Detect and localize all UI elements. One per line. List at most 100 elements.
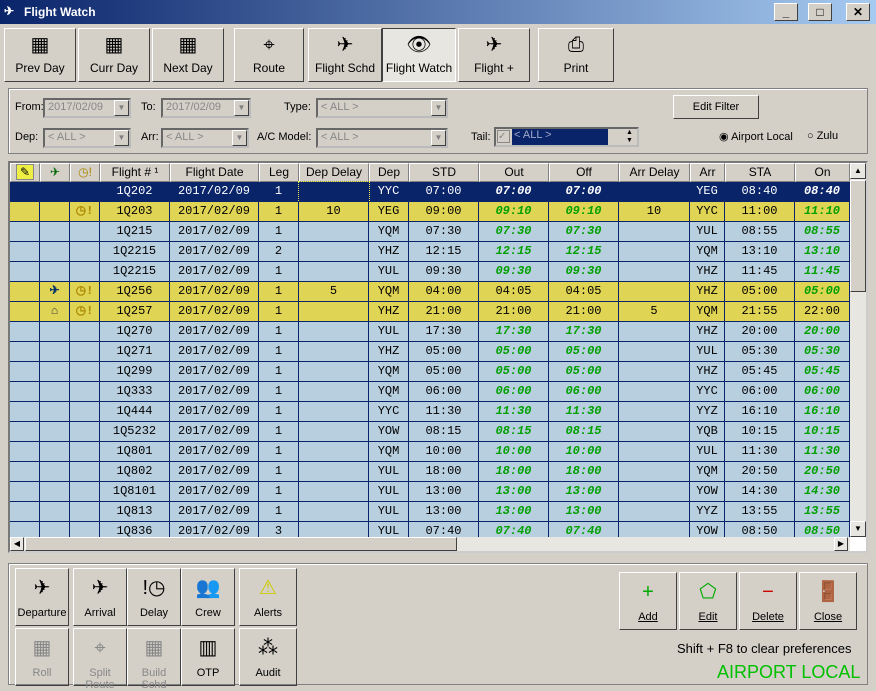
toolbar-flight-button[interactable]: ✈ Flight + — [458, 28, 530, 82]
tail-value[interactable]: < ALL > — [512, 129, 608, 145]
dep-combo[interactable]: < ALL > ▼ — [43, 128, 131, 148]
delete-record-button[interactable]: − Delete — [739, 572, 797, 630]
otp-button[interactable]: ▥ OTP — [181, 628, 235, 686]
scroll-down-icon[interactable]: ▼ — [850, 521, 866, 537]
column-header-sta[interactable]: STA — [725, 163, 795, 182]
toolbar-prev-day-button[interactable]: ▦ Prev Day — [4, 28, 76, 82]
calendar-prev-icon: ▦ — [30, 34, 50, 56]
horizontal-scrollbar[interactable]: ◀ ▶ — [10, 537, 850, 551]
delay-button[interactable]: !◷ Delay — [127, 568, 181, 626]
type-combo[interactable]: < ALL > ▼ — [316, 98, 448, 118]
table-row[interactable]: 1Q299 2017/02/09 1 YQM 05:00 05:00 05:00 YHZ 05:… — [10, 362, 850, 382]
edit-filter-button[interactable]: Edit Filter — [673, 95, 759, 119]
table-row[interactable]: 1Q5232 2017/02/09 1 YOW 08:15 08:15 08:15 YQB 10… — [10, 422, 850, 442]
toolbar-route-button[interactable]: ⌖ Route — [234, 28, 304, 82]
table-row[interactable]: 1Q813 2017/02/09 1 YUL 13:00 13:00 13:00 YYZ 13:… — [10, 502, 850, 522]
column-header-off[interactable]: Off — [549, 163, 619, 182]
type-value: < ALL > — [321, 101, 359, 113]
departure-button[interactable]: ✈ Departure — [15, 568, 69, 626]
audit-button[interactable]: ⁂ Audit — [239, 628, 297, 686]
table-row[interactable]: ✈ ◷! 1Q256 2017/02/09 1 5 YQM 04:00 04:05 04:05 YH… — [10, 282, 850, 302]
tail-spinner[interactable]: ✓ < ALL > ▲ ▼ — [494, 127, 639, 147]
column-header-flight[interactable]: Flight # ¹ — [100, 163, 170, 182]
table-row[interactable]: 1Q2215 2017/02/09 2 YHZ 12:15 12:15 12:15 YQM 13… — [10, 242, 850, 262]
arrival-button[interactable]: ✈ Arrival — [73, 568, 127, 626]
h-scroll-thumb[interactable] — [25, 537, 457, 551]
maximize-button[interactable]: □ — [808, 3, 832, 21]
table-row[interactable]: 1Q8101 2017/02/09 1 YUL 13:00 13:00 13:00 YOW 14… — [10, 482, 850, 502]
toolbar-flight-schd-button[interactable]: ✈ Flight Schd — [308, 28, 382, 82]
column-header-notes[interactable]: ✎ — [10, 163, 40, 182]
cell-dep-delay — [299, 422, 369, 442]
table-row[interactable]: 1Q444 2017/02/09 1 YYC 11:30 11:30 11:30 YYZ 16:… — [10, 402, 850, 422]
table-row[interactable]: 1Q801 2017/02/09 1 YQM 10:00 10:00 10:00 YUL 11:… — [10, 442, 850, 462]
column-header-status[interactable]: ✈ — [40, 163, 70, 182]
window-title: Flight Watch — [24, 5, 96, 19]
column-header-std[interactable]: STD — [409, 163, 479, 182]
column-header-delay[interactable]: ◷! — [70, 163, 100, 182]
crew-button[interactable]: 👥 Crew — [181, 568, 235, 626]
from-date-combo[interactable]: 2017/02/09 ▼ — [43, 98, 131, 118]
to-date-combo[interactable]: 2017/02/09 ▼ — [161, 98, 251, 118]
chevron-down-icon[interactable]: ▼ — [234, 100, 249, 116]
toolbar-label: Flight Schd — [314, 61, 376, 75]
cell-out: 07:00 — [479, 182, 549, 202]
add-record-button[interactable]: + Add — [619, 572, 677, 630]
column-header-arr[interactable]: Arr — [690, 163, 725, 182]
alerts-button[interactable]: ⚠ Alerts — [239, 568, 297, 626]
table-row[interactable]: 1Q270 2017/02/09 1 YUL 17:30 17:30 17:30 YHZ 20:… — [10, 322, 850, 342]
table-row[interactable]: 1Q802 2017/02/09 1 YUL 18:00 18:00 18:00 YQM 20:… — [10, 462, 850, 482]
table-row[interactable]: ⌂ ◷! 1Q257 2017/02/09 1 YHZ 21:00 21:00 21:00 5 YQ… — [10, 302, 850, 322]
scroll-left-icon[interactable]: ◀ — [10, 537, 24, 551]
scroll-right-icon[interactable]: ▶ — [834, 537, 848, 551]
table-row[interactable]: 1Q215 2017/02/09 1 YQM 07:30 07:30 07:30 YUL 08:… — [10, 222, 850, 242]
table-row[interactable]: 1Q202 2017/02/09 1 YYC 07:00 07:00 07:00 YEG 08:… — [10, 181, 850, 203]
cell-flight-date: 2017/02/09 — [170, 462, 259, 482]
chevron-down-icon[interactable]: ▼ — [431, 130, 446, 146]
table-row[interactable]: 1Q333 2017/02/09 1 YQM 06:00 06:00 06:00 YYC 06:… — [10, 382, 850, 402]
model-value: < ALL > — [321, 131, 359, 143]
cell-dep-delay — [299, 442, 369, 462]
cell-on: 22:00 — [795, 302, 850, 322]
cell-dep: YHZ — [369, 242, 409, 262]
arr-combo[interactable]: < ALL > ▼ — [161, 128, 249, 148]
column-header-out[interactable]: Out — [479, 163, 549, 182]
cell-leg: 1 — [259, 402, 299, 422]
column-header-on[interactable]: On — [795, 163, 850, 182]
toolbar-print-button[interactable]: ⎙ Print — [538, 28, 614, 82]
model-combo[interactable]: < ALL > ▼ — [316, 128, 448, 148]
minimize-button[interactable]: _ — [774, 3, 798, 21]
table-row[interactable]: 1Q2215 2017/02/09 1 YUL 09:30 09:30 09:30 YHZ 11… — [10, 262, 850, 282]
zulu-radio[interactable]: ○ Zulu — [807, 130, 838, 142]
toolbar-curr-day-button[interactable]: ▦ Curr Day — [78, 28, 150, 82]
scroll-thumb[interactable] — [850, 180, 866, 292]
time-mode-label: AIRPORT LOCAL — [717, 662, 861, 682]
toolbar-next-day-button[interactable]: ▦ Next Day — [152, 28, 224, 82]
column-header-dep-delay[interactable]: Dep Delay — [299, 163, 369, 182]
column-header-dep[interactable]: Dep — [369, 163, 409, 182]
spinner-arrows-icon[interactable]: ▲ ▼ — [622, 129, 637, 145]
close-window-button[interactable]: ✕ — [846, 3, 870, 21]
cell-leg: 1 — [259, 262, 299, 282]
column-header-flight-date[interactable]: Flight Date — [170, 163, 259, 182]
chevron-down-icon[interactable]: ▼ — [232, 130, 247, 146]
column-header-leg[interactable]: Leg — [259, 163, 299, 182]
table-row[interactable]: 1Q271 2017/02/09 1 YHZ 05:00 05:00 05:00 YUL 05:… — [10, 342, 850, 362]
chevron-down-icon[interactable]: ▼ — [114, 100, 129, 116]
cell-arr-delay — [619, 242, 690, 262]
chevron-down-icon[interactable]: ▼ — [431, 100, 446, 116]
chevron-down-icon[interactable]: ▼ — [114, 130, 129, 146]
toolbar-flight-watch-button[interactable]: 👁 Flight Watch — [382, 28, 456, 82]
close-record-button[interactable]: 🚪 Close — [799, 572, 857, 630]
tail-checkbox[interactable]: ✓ — [497, 130, 510, 143]
edit-record-button[interactable]: ⬠ Edit — [679, 572, 737, 630]
airport-local-radio[interactable]: ◉ Airport Local — [719, 130, 793, 143]
vertical-scrollbar[interactable]: ▲ ▼ — [850, 163, 866, 537]
cell-icon: ◷! — [70, 302, 100, 322]
table-row[interactable]: ◷! 1Q203 2017/02/09 1 10 YEG 09:00 09:10 09:10 10… — [10, 202, 850, 222]
cell-dep-delay — [299, 342, 369, 362]
scroll-up-icon[interactable]: ▲ — [850, 163, 866, 179]
column-header-arr-delay[interactable]: Arr Delay — [619, 163, 690, 182]
filter-panel: From: 2017/02/09 ▼ To: 2017/02/09 ▼ Type: … — [8, 88, 868, 154]
cell-arr-delay — [619, 362, 690, 382]
